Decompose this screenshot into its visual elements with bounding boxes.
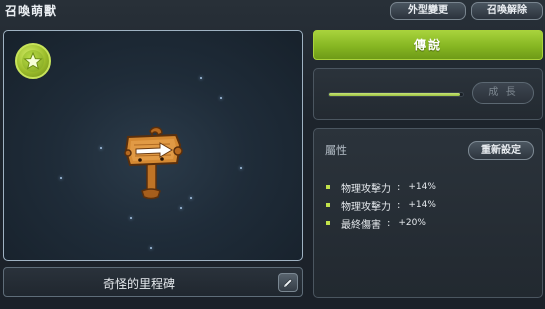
attributes-title: 屬性 xyxy=(325,144,347,157)
pet-name-bar: 奇怪的里程碑 xyxy=(3,267,303,297)
dismiss-pet-button[interactable]: 召喚解除 xyxy=(471,2,543,20)
window-title: 召喚萌獸 xyxy=(5,4,58,18)
growth-progress-bar xyxy=(328,92,464,97)
stat-separator: : xyxy=(397,181,401,193)
appearance-change-button[interactable]: 外型變更 xyxy=(390,2,466,20)
stat-value: +14% xyxy=(408,182,436,192)
growth-progress-fill xyxy=(329,93,461,96)
stat-row: 最終傷害 : +20% xyxy=(326,214,436,232)
sparkle xyxy=(190,197,192,199)
grow-button[interactable]: 成 長 xyxy=(472,82,534,104)
sparkle xyxy=(100,147,102,149)
stat-list: 物理攻擊力 : +14% 物理攻擊力 : +14% 最終傷害 : +20% xyxy=(326,178,436,232)
bullet xyxy=(326,185,330,189)
stat-value: +14% xyxy=(408,200,436,210)
stat-separator: : xyxy=(387,217,391,229)
attributes-panel: 屬性 重新設定 物理攻擊力 : +14% 物理攻擊力 : +14% 最終傷害 :… xyxy=(313,128,543,298)
grade-label: 傳說 xyxy=(313,30,543,60)
stat-name: 物理攻擊力 xyxy=(341,183,391,195)
stat-separator: : xyxy=(397,199,401,211)
stat-value: +20% xyxy=(398,218,426,228)
sparkle xyxy=(220,97,222,99)
star-icon xyxy=(23,51,43,70)
reset-attributes-button[interactable]: 重新設定 xyxy=(468,141,534,160)
stat-name: 最終傷害 xyxy=(341,219,381,231)
sparkle xyxy=(240,167,242,169)
pet-name: 奇怪的里程碑 xyxy=(102,277,175,291)
bullet xyxy=(326,203,330,207)
sparkle xyxy=(200,77,202,79)
rename-button[interactable] xyxy=(278,273,298,292)
growth-panel: 成 長 xyxy=(313,68,543,120)
pet-summon-window: 召喚萌獸 外型變更 召喚解除 奇怪的里程碑 傳說 成 長 屬性 重新設定 物理攻… xyxy=(0,0,545,309)
sparkle xyxy=(150,247,152,249)
sparkle xyxy=(180,207,182,209)
signpost-pet-sprite xyxy=(124,126,183,200)
stat-row: 物理攻擊力 : +14% xyxy=(326,196,436,214)
pet-showcase xyxy=(3,30,303,261)
bullet xyxy=(326,221,330,225)
pencil-icon xyxy=(283,278,293,288)
sparkle xyxy=(60,177,62,179)
stat-name: 物理攻擊力 xyxy=(341,201,391,213)
grade-badge xyxy=(15,43,51,79)
sparkle xyxy=(130,217,132,219)
stat-row: 物理攻擊力 : +14% xyxy=(326,178,436,196)
